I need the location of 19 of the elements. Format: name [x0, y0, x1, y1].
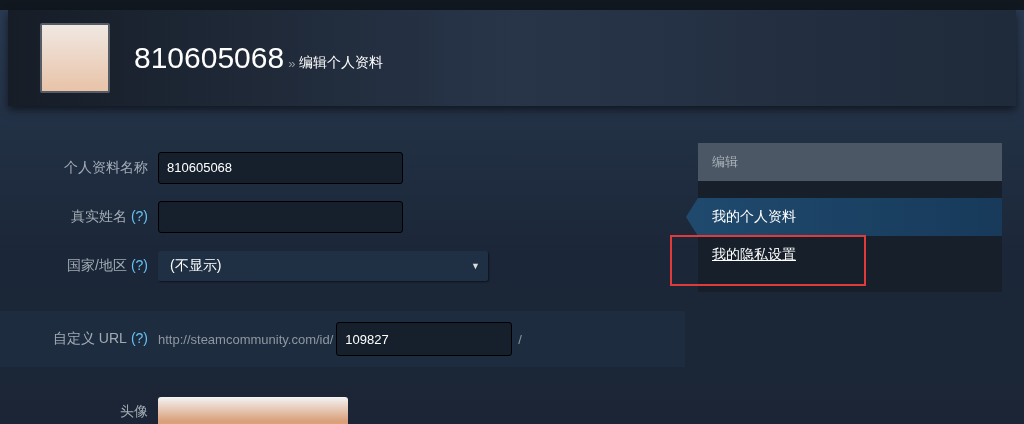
field-label: 头像: [119, 402, 149, 421]
avatar-placeholder: [40, 23, 110, 93]
sidebar-header: 编辑: [698, 143, 1002, 181]
field-label: 国家/地区 (?): [66, 256, 149, 275]
field-label: 真实姓名 (?): [69, 207, 149, 226]
url-field[interactable]: 109827: [336, 322, 513, 356]
caret-icon: ▼: [471, 260, 480, 271]
text-field[interactable]: [158, 200, 403, 233]
profile-name: 810605068: [134, 41, 285, 75]
country-dropdown[interactable]: (不显示) ▼: [158, 250, 488, 281]
sidebar-item[interactable]: 我的隐私设置: [698, 236, 1002, 274]
url-prefix: http://steamcommunity.com/id/: [158, 331, 334, 347]
page-subtitle: 编辑个人资料: [299, 53, 384, 72]
sidebar-item[interactable]: 我的个人资料: [686, 198, 1002, 236]
text-field[interactable]: 810605068: [158, 151, 403, 184]
field-label: 自定义 URL (?): [51, 330, 149, 348]
field-label: 个人资料名称: [63, 158, 149, 177]
url-suffix: /: [518, 331, 522, 347]
breadcrumb-separator: »: [288, 54, 296, 71]
